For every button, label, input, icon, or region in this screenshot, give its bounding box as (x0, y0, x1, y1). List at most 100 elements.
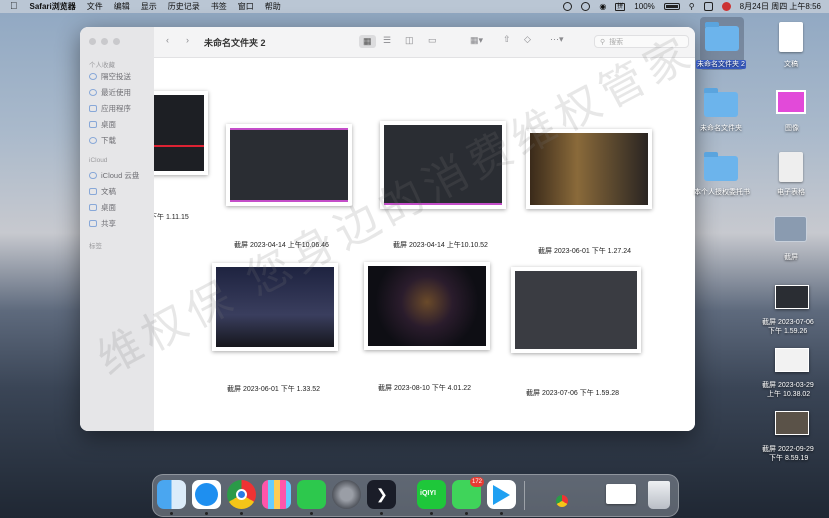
file-caption[interactable]: 截屏 2023-06-01 下午 1.27.24 (538, 246, 631, 256)
iqiyi-icon[interactable]: iQIYI (417, 480, 446, 509)
minimize-button[interactable] (101, 38, 108, 45)
settings-icon[interactable] (332, 480, 361, 509)
screenshot-thumbnail-icon (775, 348, 809, 372)
iqiyi-label: iQIYI (420, 490, 436, 497)
stack-icon (774, 216, 807, 242)
desktop-folder-authorization[interactable] (704, 152, 740, 182)
desktop-screenshot-0929[interactable] (775, 411, 809, 435)
trash-icon[interactable] (648, 481, 670, 509)
close-button[interactable] (89, 38, 96, 45)
desktop-item-label: 图像 (785, 125, 799, 132)
record-status-icon[interactable] (581, 2, 591, 11)
file-thumbnail[interactable] (226, 124, 352, 206)
gear-status-icon[interactable] (563, 2, 573, 11)
apple-menu-icon[interactable]:  (10, 1, 18, 12)
desktop-folder-untitled[interactable] (704, 88, 740, 118)
file-caption[interactable]: 截屏 2023-06-01 下午 1.33.52 (227, 384, 320, 394)
file-thumbnail[interactable] (380, 121, 506, 209)
tag-icon[interactable]: ◇ (524, 34, 531, 45)
finder-icon[interactable] (157, 480, 186, 509)
file-caption[interactable]: 下午 1.11.15 (154, 212, 189, 222)
menu-help[interactable]: 帮助 (265, 1, 281, 12)
input-method-icon[interactable]: 拼 (615, 2, 626, 11)
file-thumbnail[interactable] (154, 91, 208, 175)
file-grid: 下午 1.11.15 截屏 2023-04-14 上午10.06.46 截屏 2… (154, 58, 695, 431)
downloads-stack-icon[interactable] (606, 484, 636, 504)
tencent-video-icon[interactable] (487, 480, 516, 509)
folder-icon (704, 88, 738, 117)
desktop-spreadsheet[interactable] (779, 152, 805, 184)
desktop-icon (89, 204, 97, 211)
search-input[interactable]: ⚲ 搜索 (594, 35, 689, 48)
user-flag-icon[interactable] (721, 2, 731, 11)
file-thumbnail[interactable] (511, 267, 641, 353)
desktop-doc-documents[interactable] (779, 22, 805, 54)
file-thumbnail[interactable] (212, 263, 338, 351)
running-indicator (170, 512, 173, 515)
wifi-icon[interactable]: ◉ (599, 2, 606, 11)
desktop-stack-screenshots[interactable] (774, 216, 808, 244)
desktop-image[interactable] (776, 90, 808, 116)
menu-window[interactable]: 窗口 (238, 1, 254, 12)
safari-icon[interactable] (192, 480, 221, 509)
folder-icon (705, 22, 739, 51)
sidebar-item-downloads[interactable]: 下载 (89, 135, 116, 146)
share-icon[interactable]: ⇧ (503, 34, 511, 45)
prompt-icon[interactable]: ❯ (367, 480, 396, 509)
file-caption[interactable]: 截屏 2023-04-14 上午10.10.52 (393, 240, 488, 250)
file-thumbnail[interactable] (526, 129, 652, 209)
document-icon (89, 188, 97, 195)
recent-chrome-icon[interactable] (556, 495, 568, 507)
desktop-screenshot-0329[interactable] (775, 348, 809, 372)
finder-window: 个人收藏 隔空投送 最近使用 应用程序 桌面 下载 iCloud iCloud … (80, 27, 695, 431)
sidebar-item-icloud-desktop[interactable]: 桌面 (89, 202, 116, 213)
clock[interactable]: 8月24日 周四 上午8:56 (740, 1, 821, 12)
file-caption[interactable]: 截屏 2023-08-10 下午 4.01.22 (378, 383, 471, 393)
desktop-item-label: 截屏 2023-07-06 (762, 319, 814, 326)
chrome-icon[interactable] (227, 480, 256, 509)
file-caption[interactable]: 截屏 2023-07-06 下午 1.59.28 (526, 388, 619, 398)
dock-divider (524, 481, 525, 510)
menu-edit[interactable]: 编辑 (114, 1, 130, 12)
menu-history[interactable]: 历史记录 (168, 1, 200, 12)
battery-icon[interactable] (663, 3, 680, 10)
zoom-button[interactable] (113, 38, 120, 45)
app-menu[interactable]: Safari浏览器 (30, 1, 76, 12)
launchpad-icon[interactable] (262, 480, 291, 509)
desktop-item-sublabel: 下午 8.59.19 (769, 455, 809, 462)
desktop-screenshot-0706[interactable] (775, 285, 809, 309)
sidebar-item-desktop[interactable]: 桌面 (89, 119, 116, 130)
menu-bookmarks[interactable]: 书签 (211, 1, 227, 12)
folder-icon (704, 152, 738, 181)
file-thumbnail[interactable] (364, 262, 490, 350)
download-icon (89, 137, 97, 144)
file-caption[interactable]: 截屏 2023-04-14 上午10.06.46 (234, 240, 329, 250)
running-indicator (310, 512, 313, 515)
sidebar-item-airdrop[interactable]: 隔空投送 (89, 71, 131, 82)
wechat-icon[interactable] (297, 480, 326, 509)
shared-folder-icon (89, 220, 97, 227)
menu-view[interactable]: 显示 (141, 1, 157, 12)
search-icon[interactable]: ⚲ (689, 2, 695, 11)
control-center-icon[interactable] (703, 2, 713, 11)
desktop-icon (89, 121, 97, 128)
sidebar-item-documents[interactable]: 文稿 (89, 186, 116, 197)
gallery-view-icon[interactable]: ▭ (428, 35, 437, 46)
sidebar-item-shared[interactable]: 共享 (89, 218, 116, 229)
back-icon[interactable]: ‹ (166, 35, 169, 45)
sidebar-item-icloud-drive[interactable]: iCloud 云盘 (89, 170, 139, 181)
sidebar-item-recents[interactable]: 最近使用 (89, 87, 131, 98)
group-icon[interactable]: ▦▾ (470, 35, 483, 46)
sidebar-item-label: 文稿 (101, 187, 116, 196)
running-indicator (380, 512, 383, 515)
column-view-icon[interactable]: ◫ (405, 35, 414, 46)
icon-view-button[interactable]: ▦ (359, 35, 376, 48)
more-actions-icon[interactable]: ⋯▾ (550, 34, 564, 45)
sidebar-header-icloud: iCloud (89, 157, 108, 164)
spreadsheet-icon (779, 152, 803, 182)
forward-icon[interactable]: › (186, 35, 189, 45)
dock: ❯ iQIYI 172 (152, 474, 679, 517)
menu-file[interactable]: 文件 (87, 1, 103, 12)
list-view-icon[interactable]: ☰ (383, 35, 391, 46)
sidebar-item-applications[interactable]: 应用程序 (89, 103, 131, 114)
